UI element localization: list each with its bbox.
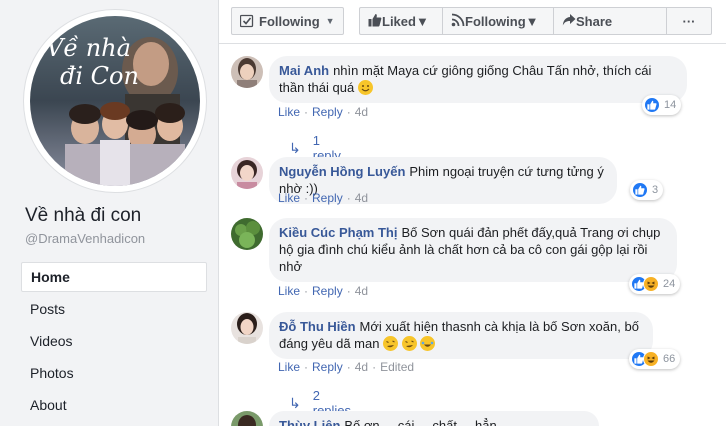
comment-time[interactable]: 4d	[355, 191, 368, 205]
like-reaction-icon	[632, 182, 648, 198]
comment-text: nhở	[279, 259, 302, 274]
reaction-summary[interactable]: 14	[642, 95, 682, 115]
nav-item-about[interactable]: About	[21, 390, 207, 422]
following-button-label: Following	[259, 13, 320, 29]
comment-author[interactable]: Đỗ Thu Hiền	[279, 319, 356, 334]
commenter-avatar[interactable]	[231, 411, 263, 426]
avatar-title-line2: đi Con	[60, 62, 139, 90]
reply-link[interactable]: Reply	[312, 360, 343, 374]
tears-of-joy-emoji-icon	[420, 336, 436, 351]
commenter-avatar[interactable]	[231, 56, 263, 88]
page-name[interactable]: Về nhà đi con	[25, 205, 141, 227]
comment-actions: Like · Reply · 4d · Edited	[278, 360, 415, 374]
comment-actions: Like · Reply · 4d	[278, 105, 369, 119]
page-action-bar: Following ▼ Liked ▼ Following ▼ Share ··…	[219, 0, 726, 44]
following-feed-button[interactable]: Following ▼	[443, 8, 553, 34]
nav-item-videos[interactable]: Videos	[21, 326, 207, 358]
smile-emoji-icon	[357, 80, 373, 95]
nav-item-posts[interactable]: Posts	[21, 294, 207, 326]
post-panel: Following ▼ Liked ▼ Following ▼ Share ··…	[218, 0, 726, 426]
page-sidebar: Về nhà đi Con Về nhà đi con @DramaVenhad…	[0, 0, 218, 426]
like-link[interactable]: Like	[278, 105, 300, 119]
like-reaction-icon	[644, 97, 660, 113]
commenter-avatar[interactable]	[231, 218, 263, 250]
more-dots-icon: ···	[682, 13, 696, 29]
chevron-down-icon: ▼	[415, 13, 429, 29]
reaction-count: 3	[652, 184, 659, 196]
comment-text: Bố Sơn quái đản phết đấy,quả Trang ơi ch…	[401, 225, 661, 240]
comment-text: hộ gia đình chú kiểu ảnh là chất hơn cả …	[279, 242, 648, 257]
share-arrow-icon	[562, 13, 576, 30]
comment-text: đáng yêu dã man	[279, 336, 380, 351]
reaction-count: 66	[663, 353, 676, 365]
nav-item-home[interactable]: Home	[21, 262, 207, 292]
like-link[interactable]: Like	[278, 191, 300, 205]
nav-item-photos[interactable]: Photos	[21, 358, 207, 390]
like-link[interactable]: Like	[278, 284, 300, 298]
comment-actions: Like · Reply · 4d	[278, 191, 369, 205]
share-button-label: Share	[576, 13, 613, 29]
like-link[interactable]: Like	[278, 360, 300, 374]
comment-bubble: Đỗ Thu Hiền Mới xuất hiện thasnh cà khịa …	[269, 312, 653, 359]
comment-time[interactable]: 4d	[355, 360, 368, 374]
reply-link[interactable]: Reply	[312, 284, 343, 298]
comment-text: Bố ơn ... cái ... chất ... hẳn ...	[344, 418, 512, 426]
reaction-summary[interactable]: 3	[630, 180, 664, 200]
comment-bubble: Mai Anh nhìn mặt Maya cứ giông giống Châu…	[269, 56, 687, 103]
reaction-count: 24	[663, 278, 676, 290]
reply-arrow-icon: ↳	[289, 394, 301, 411]
comment-actions: Like · Reply · 4d	[278, 284, 369, 298]
reaction-summary[interactable]: 66	[629, 349, 681, 369]
reply-link[interactable]: Reply	[312, 191, 343, 205]
comment-author[interactable]: Nguyễn Hồng Luyến	[279, 164, 405, 179]
chevron-down-icon: ▼	[325, 16, 335, 26]
page-nav: Home Posts Videos Photos About	[21, 262, 207, 422]
page-profile-picture[interactable]: Về nhà đi Con	[24, 10, 206, 192]
reaction-summary[interactable]: 24	[629, 274, 681, 294]
chevron-down-icon: ▼	[525, 13, 539, 29]
edited-label[interactable]: Edited	[380, 360, 414, 374]
comment-bubble: Kiều Cúc Phạm Thị Bố Sơn quái đản phết đấ…	[269, 218, 677, 282]
follow-check-icon	[240, 14, 254, 28]
comment-text: thần thái quá	[279, 80, 355, 95]
haha-reaction-icon	[643, 351, 659, 367]
more-options-button[interactable]: ···	[667, 8, 711, 34]
commenter-avatar[interactable]	[231, 157, 263, 189]
share-button[interactable]: Share	[554, 8, 626, 34]
following-button[interactable]: Following ▼	[231, 7, 344, 35]
liked-button-label: Liked	[382, 13, 416, 29]
rss-icon	[451, 13, 465, 30]
comment-text: Mới xuất hiện thasnh cà khịa là bố Sơn x…	[359, 319, 639, 334]
commenter-avatar[interactable]	[231, 312, 263, 344]
reaction-count: 14	[664, 99, 677, 111]
comment-bubble: Thùy Liên Bố ơn ... cái ... chất ... hẳn …	[269, 411, 599, 426]
liked-button[interactable]: Liked ▼	[360, 8, 442, 34]
comment-author[interactable]: Thùy Liên	[279, 418, 340, 426]
rofl-emoji-icon	[401, 336, 417, 351]
following-feed-label: Following	[465, 13, 526, 29]
comment-author[interactable]: Kiều Cúc Phạm Thị	[279, 225, 397, 240]
rofl-emoji-icon	[383, 336, 399, 351]
profile-photo: Về nhà đi Con	[30, 16, 200, 186]
reply-arrow-icon: ↳	[289, 139, 301, 156]
comment-time[interactable]: 4d	[355, 284, 368, 298]
comment-time[interactable]: 4d	[355, 105, 368, 119]
haha-reaction-icon	[643, 276, 659, 292]
page-handle[interactable]: @DramaVenhadicon	[25, 231, 145, 246]
thumbs-up-icon	[368, 13, 382, 30]
reply-link[interactable]: Reply	[312, 105, 343, 119]
page-actions-group: Liked ▼ Following ▼ Share ···	[359, 7, 712, 35]
comment-text: nhìn mặt Maya cứ giông giống Châu Tấn nh…	[333, 63, 652, 78]
comment-author[interactable]: Mai Anh	[279, 63, 329, 78]
avatar-title-line1: Về nhà	[46, 34, 131, 62]
